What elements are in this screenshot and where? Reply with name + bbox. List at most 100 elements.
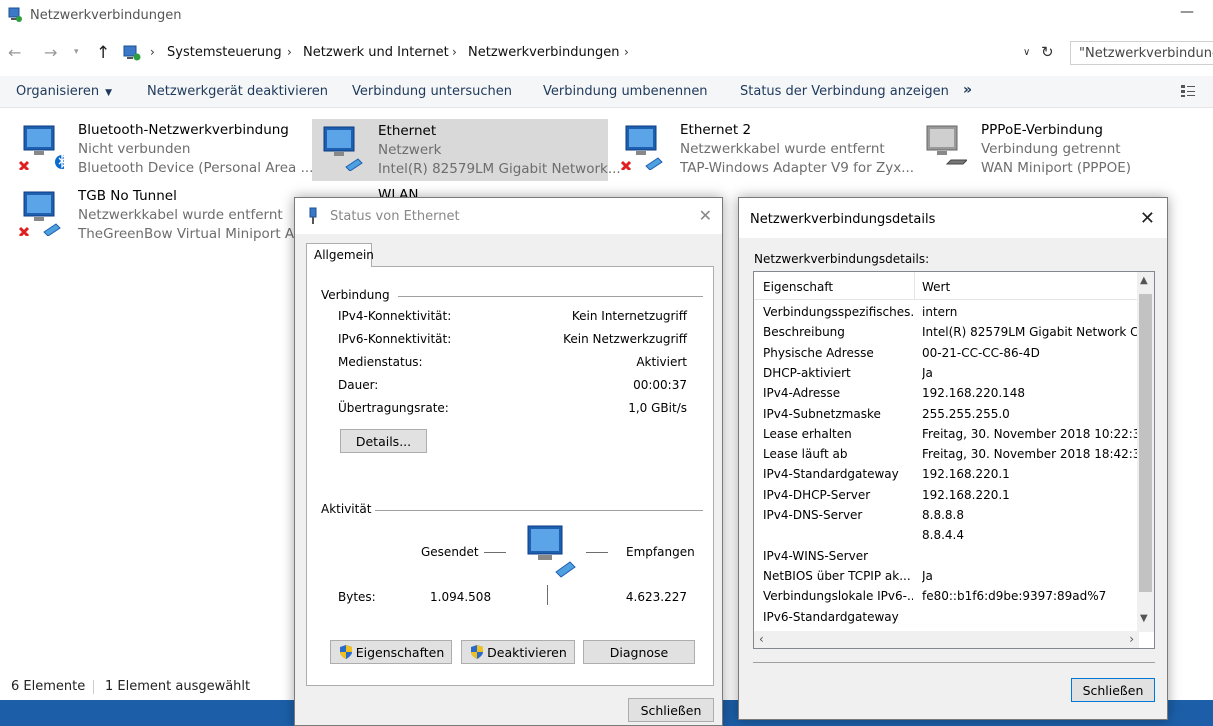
organize-button[interactable]: Organisieren ▼ [16,84,112,99]
column-divider[interactable] [914,272,915,300]
details-button[interactable]: Details... [340,429,427,453]
group-divider [375,510,703,511]
connection-ethernet[interactable]: Ethernet Netzwerk Intel(R) 82579LM Gigab… [312,119,621,181]
detail-row-property: IPv4-Adresse [763,386,841,401]
dialog-title-bar: Netzwerkverbindungsdetails ✕ [739,198,1167,238]
command-bar: Organisieren ▼ Netzwerkgerät deaktivieren… [0,76,1213,108]
connection-status: Netzwerk [378,142,442,158]
minimize-button[interactable]: — [1180,4,1194,20]
diagnose-button[interactable]: Diagnose [583,640,695,664]
connection-status: Netzwerkkabel wurde entfernt [680,141,885,157]
scroll-up-icon[interactable]: ▲ [1140,275,1148,286]
detail-row-value: Intel(R) 82579LM Gigabit Network Cor [922,325,1140,340]
breadcrumb-systemsteuerung[interactable]: Systemsteuerung [167,45,282,60]
forward-arrow-icon[interactable]: → [44,43,57,62]
detail-row-property: IPv4-WINS-Server [763,548,869,563]
connection-device: Bluetooth Device (Personal Area ... [78,160,314,176]
address-dropdown-chevron-icon[interactable]: ∨ [1023,47,1030,58]
close-button[interactable]: Schließen [628,698,714,722]
detail-row-property: Lease läuft ab [763,447,848,462]
deactivate-label: Deaktivieren [487,645,567,660]
tab-allgemein[interactable]: Allgemein [306,243,374,267]
connection-tgb-no-tunnel[interactable]: TGB No Tunnel Netzwerkkabel wurde entfer… [12,184,315,246]
breadcrumb-netzwerkverbindungen[interactable]: Netzwerkverbindungen [468,45,620,60]
scroll-down-icon[interactable]: ▼ [1140,613,1148,624]
detail-row-value: Ja [922,365,933,380]
view-status-button[interactable]: Status der Verbindung anzeigen [740,84,949,99]
detail-row-value: 192.168.220.1 [922,487,1010,502]
scroll-left-icon[interactable]: ‹ [759,632,764,646]
ipv4-connectivity-value: Kein Internetzugriff [571,309,687,323]
connection-status: Verbindung getrennt [981,141,1121,157]
connection-status: Nicht verbunden [78,141,191,157]
breadcrumb-netzwerk-und-internet[interactable]: Netzwerk und Internet [303,45,449,60]
detail-row-property: DHCP-aktiviert [763,365,851,380]
connection-group-label: Verbindung [321,288,390,302]
detail-row-value: 8.8.8.8 [922,508,964,522]
column-header-property[interactable]: Eigenschaft [763,280,833,294]
back-arrow-icon[interactable]: ← [8,43,21,62]
connection-name: Ethernet [378,123,437,139]
connection-device: Intel(R) 82579LM Gigabit Network... [378,161,621,177]
detail-row-property: Beschreibung [763,325,845,340]
deactivate-button[interactable]: Deaktivieren [461,640,575,664]
bytes-received-value: 4.623.227 [625,590,687,604]
connection-bluetooth[interactable]: Bluetooth-Netzwerkverbindung Nicht verbu… [12,118,313,180]
view-options-icon[interactable] [1180,84,1196,98]
ethernet-status-dialog: Status von Ethernet ✕ Allgemein Verbindu… [294,197,723,726]
horizontal-scrollbar[interactable]: ‹ › [754,631,1139,648]
detail-row-value: 192.168.220.1 [922,467,1010,482]
detail-row-value: 255.255.255.0 [922,406,1010,421]
detail-row-value: fe80::b1f6:d9be:9397:89ad%7 [922,589,1107,604]
detail-row-value: Ja [922,568,933,583]
scroll-right-icon[interactable]: › [1129,632,1134,646]
close-icon[interactable]: ✕ [1140,208,1155,229]
diagnose-connection-button[interactable]: Verbindung untersuchen [352,84,512,99]
detail-row-property: Verbindungslokale IPv6-... [763,589,913,604]
ipv6-connectivity-label: IPv6-Konnektivität: [338,332,452,346]
column-header-value[interactable]: Wert [922,280,950,294]
detail-row-property: IPv4-Subnetzmaske [763,406,881,421]
close-icon[interactable]: ✕ [699,206,712,225]
network-adapter-icon [18,125,64,170]
disable-device-button[interactable]: Netzwerkgerät deaktivieren [147,84,328,99]
search-input[interactable]: "Netzwerkverbindungen" durchsuchen [1070,41,1213,65]
detail-row-property: NetBIOS über TCPIP ak... [763,568,911,583]
up-arrow-icon[interactable]: ↑ [96,43,110,63]
media-status-value: Aktiviert [636,355,687,369]
network-adapter-icon [926,125,967,165]
ethernet-plug-icon [309,207,317,224]
scrollbar-thumb[interactable] [1139,294,1152,592]
breadcrumb-separator-icon[interactable]: › [150,45,155,59]
received-label: Empfangen [626,545,695,559]
breadcrumb-separator-icon[interactable]: › [287,45,292,59]
connection-name: Bluetooth-Netzwerkverbindung [78,122,289,138]
duration-label: Dauer: [338,378,379,392]
connection-pppoe[interactable]: PPPoE-Verbindung Verbindung getrennt WAN… [915,118,1205,180]
details-list[interactable]: Eigenschaft Wert Verbindungsspezifisches… [753,271,1155,649]
detail-row-property: Lease erhalten [763,426,852,441]
properties-button[interactable]: Eigenschaften [330,640,452,664]
title-bar: Netzwerkverbindungen — [0,0,1213,32]
window-title: Netzwerkverbindungen [30,8,182,23]
details-list-label: Netzwerkverbindungsdetails: [754,252,930,266]
recent-locations-chevron-icon[interactable]: ▾ [74,47,79,57]
breadcrumb-separator-icon[interactable]: › [452,45,457,59]
detail-row-value: 00-21-CC-CC-86-4D [922,345,1040,360]
detail-row-property: IPv6-Standardgateway [763,609,899,624]
selection-count: 1 Element ausgewählt [105,679,251,694]
close-button[interactable]: Schließen [1071,678,1155,702]
detail-row-property: IPv4-Standardgateway [763,467,899,482]
more-commands-button[interactable]: » [963,82,972,98]
connection-name: PPPoE-Verbindung [981,122,1103,138]
statusbar-divider [93,680,94,694]
connection-ethernet-2[interactable]: Ethernet 2 Netzwerkkabel wurde entfernt … [614,118,914,180]
uac-shield-icon [471,645,484,659]
detail-row-value: Freitag, 30. November 2018 10:22:32 [922,426,1140,441]
rename-connection-button[interactable]: Verbindung umbenennen [543,84,708,99]
dialog-title-bar: Status von Ethernet ✕ [295,198,722,234]
transfer-rate-label: Übertragungsrate: [338,401,449,415]
vertical-scrollbar[interactable]: ▲ ▼ [1137,272,1154,632]
breadcrumb-separator-icon[interactable]: › [624,45,629,59]
refresh-icon[interactable]: ↻ [1041,43,1054,61]
